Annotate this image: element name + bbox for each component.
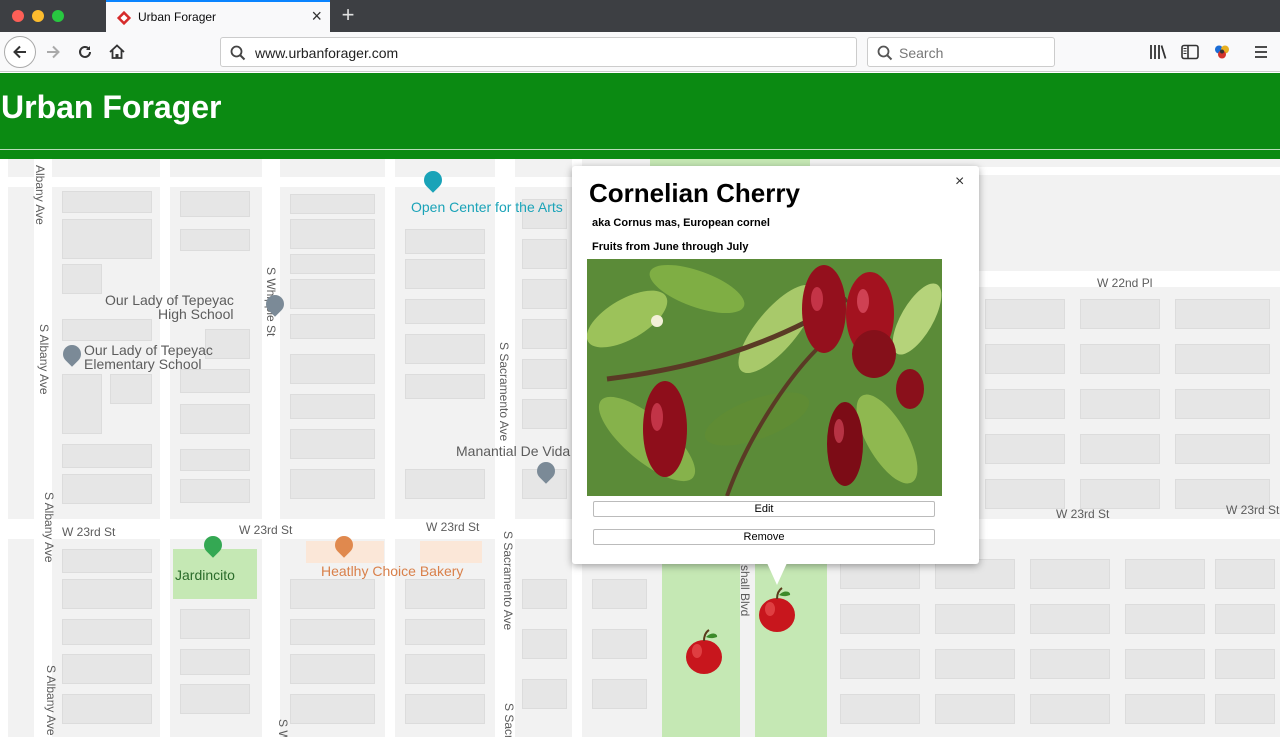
plant-info-popup: Cornelian Cherry × aka Cornus mas, Europ… xyxy=(572,166,979,564)
road xyxy=(160,159,170,737)
bakery-area xyxy=(420,541,482,563)
street-label: Albany Ave xyxy=(33,165,47,225)
search-icon xyxy=(230,45,246,61)
search-placeholder: Search xyxy=(899,45,944,61)
street-label: S W xyxy=(276,719,290,737)
menu-icon[interactable] xyxy=(1253,44,1269,60)
browser-tab-strip: Urban Forager × + xyxy=(0,0,1280,32)
home-button[interactable] xyxy=(102,37,132,67)
street-label: W 23rd St xyxy=(426,520,480,534)
school-pin-icon[interactable] xyxy=(59,341,85,367)
road xyxy=(0,177,580,187)
poi-label[interactable]: Manantial De Vida xyxy=(456,444,570,458)
sidebar-icon[interactable] xyxy=(1181,44,1199,60)
street-label: S Sacr xyxy=(502,703,516,737)
poi-label[interactable]: Heatlhy Choice Bakery xyxy=(321,564,463,578)
road xyxy=(385,159,395,737)
remove-button[interactable]: Remove xyxy=(593,529,935,545)
header-divider xyxy=(0,149,1280,150)
extension-icon[interactable] xyxy=(1213,44,1231,60)
address-bar[interactable]: www.urbanforager.com xyxy=(220,37,857,67)
back-button[interactable] xyxy=(4,36,36,68)
street-label: W 23rd St xyxy=(62,525,116,539)
park-area xyxy=(755,559,827,737)
road xyxy=(960,167,1280,175)
search-input[interactable]: Search xyxy=(867,37,1055,67)
fruiting-season: Fruits from June through July xyxy=(592,241,749,253)
arts-center-pin-icon[interactable] xyxy=(420,167,446,193)
road xyxy=(0,159,8,737)
street-label: S Sacramento Ave xyxy=(497,342,511,442)
library-icon[interactable] xyxy=(1149,44,1167,60)
browser-tab[interactable]: Urban Forager × xyxy=(106,0,330,32)
street-label: W 23rd St xyxy=(239,523,293,537)
tab-close-icon[interactable]: × xyxy=(311,6,322,26)
new-tab-button[interactable]: + xyxy=(338,2,358,28)
poi-label[interactable]: Our Lady of Tepeyac xyxy=(105,293,234,307)
back-arrow-icon xyxy=(13,45,26,59)
road xyxy=(262,159,280,737)
street-label: S Sacramento Ave xyxy=(501,531,515,631)
poi-label[interactable]: Open Center for the Arts xyxy=(411,200,563,214)
street-label: shall Blvd xyxy=(738,565,752,617)
reload-icon xyxy=(79,45,91,58)
poi-label[interactable]: High School xyxy=(158,307,234,321)
poi-label[interactable]: Jardincito xyxy=(175,568,235,582)
url-text: www.urbanforager.com xyxy=(255,45,399,61)
edit-button[interactable]: Edit xyxy=(593,501,935,517)
site-title[interactable]: Urban Forager xyxy=(1,89,221,126)
search-icon xyxy=(877,45,893,61)
poi-label[interactable]: Elementary School xyxy=(84,357,202,371)
street-label: S Albany Ave xyxy=(44,665,58,736)
window-zoom-button[interactable] xyxy=(52,10,64,22)
street-label: S Albany Ave xyxy=(42,492,56,563)
close-icon[interactable]: × xyxy=(955,173,964,191)
street-label: W 23rd St xyxy=(1226,503,1280,517)
street-label: S Albany Ave xyxy=(37,324,51,395)
forward-arrow-icon xyxy=(47,45,60,59)
popup-pointer xyxy=(767,563,787,585)
home-icon xyxy=(109,44,125,59)
poi-label[interactable]: Our Lady of Tepeyac xyxy=(84,343,213,357)
plant-aliases: aka Cornus mas, European cornel xyxy=(592,217,770,229)
tab-title: Urban Forager xyxy=(138,10,217,24)
street-label: W 22nd Pl xyxy=(1097,276,1153,290)
apple-marker-icon[interactable] xyxy=(757,587,797,633)
site-header: Urban Forager xyxy=(0,73,1280,159)
site-favicon-icon xyxy=(116,10,132,26)
plant-photo xyxy=(587,259,942,496)
forward-button[interactable] xyxy=(38,37,68,67)
window-minimize-button[interactable] xyxy=(32,10,44,22)
road xyxy=(34,159,52,737)
window-close-button[interactable] xyxy=(12,10,24,22)
street-label: W 23rd St xyxy=(1056,507,1110,521)
plant-name: Cornelian Cherry xyxy=(589,178,800,208)
apple-marker-icon[interactable] xyxy=(684,629,724,675)
browser-toolbar: www.urbanforager.com Search xyxy=(0,32,1280,72)
reload-button[interactable] xyxy=(70,37,100,67)
